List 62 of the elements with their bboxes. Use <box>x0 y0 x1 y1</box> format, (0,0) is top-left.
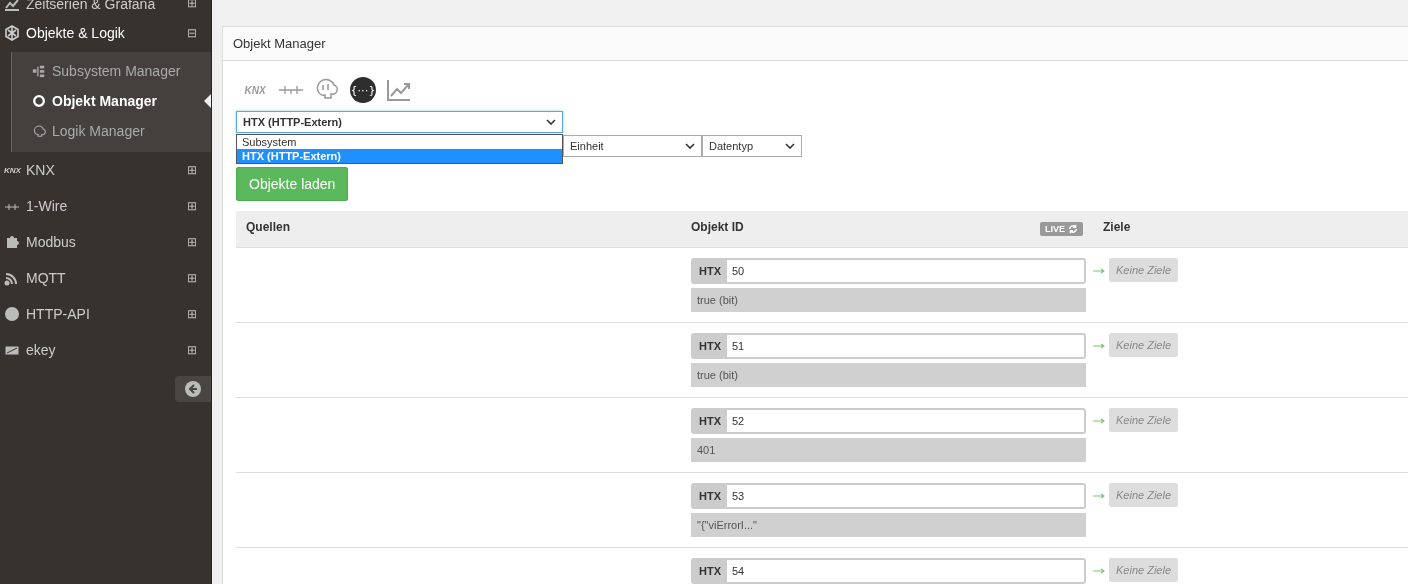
sidebar-item-label: HTTP-API <box>26 306 91 322</box>
expand-toggle[interactable]: ⊞ <box>187 199 197 213</box>
column-header: Objekt ID <box>691 220 744 234</box>
chevron-down-icon <box>685 143 695 149</box>
filter-select[interactable]: Einheit <box>563 135 702 157</box>
sidebar-item-label: KNX <box>26 162 56 178</box>
object-value: true (bit) <box>691 288 1086 312</box>
arrow-left-circle-icon <box>185 381 201 397</box>
arrow-right-icon <box>1093 343 1105 349</box>
expand-toggle[interactable]: ⊞ <box>187 307 197 321</box>
expand-toggle[interactable]: ⊞ <box>187 235 197 249</box>
puzzle-icon <box>4 234 20 250</box>
object-id-field[interactable]: HTX 51 <box>691 333 1086 359</box>
hierarchy-icon <box>32 64 46 78</box>
sidebar-item-label: Modbus <box>26 234 77 250</box>
expand-toggle[interactable]: ⊞ <box>187 343 197 357</box>
refresh-icon <box>1068 224 1078 234</box>
chevron-down-icon <box>546 119 556 125</box>
sidebar-item[interactable]: MQTT ⊞ <box>0 260 211 296</box>
arrow-right-icon <box>1093 568 1105 574</box>
panel-title: Objekt Manager <box>233 36 326 51</box>
object-id-field[interactable]: HTX 52 <box>691 408 1086 434</box>
sidebar-subitem[interactable]: Logik Manager <box>12 116 211 146</box>
dropdown-option[interactable]: Subsystem <box>237 135 562 149</box>
collapse-sidebar-button[interactable] <box>175 376 211 402</box>
sidebar-item[interactable]: KNX KNX ⊞ <box>0 152 211 188</box>
sidebar-subitem[interactable]: Subsystem Manager <box>12 56 211 86</box>
signal-icon <box>4 270 20 286</box>
object-value: 401 <box>691 438 1086 462</box>
arrow-right-icon <box>1093 493 1105 499</box>
expand-toggle[interactable]: ⊞ <box>187 271 197 285</box>
object-id-field[interactable]: HTX 50 <box>691 258 1086 284</box>
chart-icon[interactable] <box>386 77 412 103</box>
hexagon-icon <box>4 25 20 41</box>
sidebar-item[interactable]: Modbus ⊞ <box>0 224 211 260</box>
sidebar-item-label: ekey <box>26 342 57 358</box>
sidebar-subitem[interactable]: Objekt Manager <box>12 86 211 116</box>
knx-logo: KNX <box>4 165 20 175</box>
arrow-right-icon <box>1093 268 1105 274</box>
braces-tab[interactable]: {⋯} <box>350 77 376 103</box>
expand-toggle[interactable]: ⊟ <box>187 26 197 40</box>
sidebar-item[interactable]: ekey ⊞ <box>0 332 211 368</box>
chevron-down-icon <box>785 143 795 149</box>
sidebar-item-label: Objekte & Logik <box>26 25 126 41</box>
column-header: Quellen <box>246 220 290 234</box>
sidebar-item[interactable]: 1-Wire ⊞ <box>0 188 211 224</box>
ring-icon <box>32 94 46 108</box>
sidebar-item-label: 1-Wire <box>26 198 69 214</box>
object-id-field[interactable]: HTX 53 <box>691 483 1086 509</box>
chart-icon <box>4 0 20 12</box>
subsystem-select[interactable]: HTX (HTTP-Extern) <box>236 111 563 133</box>
arrow-right-icon <box>1093 418 1105 424</box>
object-id-field[interactable]: HTX 54 <box>691 558 1086 584</box>
object-value: "{"viErrorI..." <box>691 513 1086 537</box>
sidebar-item[interactable]: Objekte & Logik ⊟ <box>0 14 211 52</box>
object-value: true (bit) <box>691 363 1086 387</box>
sidebar-item-label: MQTT <box>26 270 67 286</box>
filter-select[interactable]: Datentyp <box>702 135 802 157</box>
expand-toggle[interactable]: ⊞ <box>187 163 197 177</box>
expand-toggle[interactable]: ⊞ <box>187 0 197 10</box>
column-header: Ziele <box>1103 220 1131 234</box>
sidebar-item[interactable]: HTTP-API ⊞ <box>0 296 211 332</box>
